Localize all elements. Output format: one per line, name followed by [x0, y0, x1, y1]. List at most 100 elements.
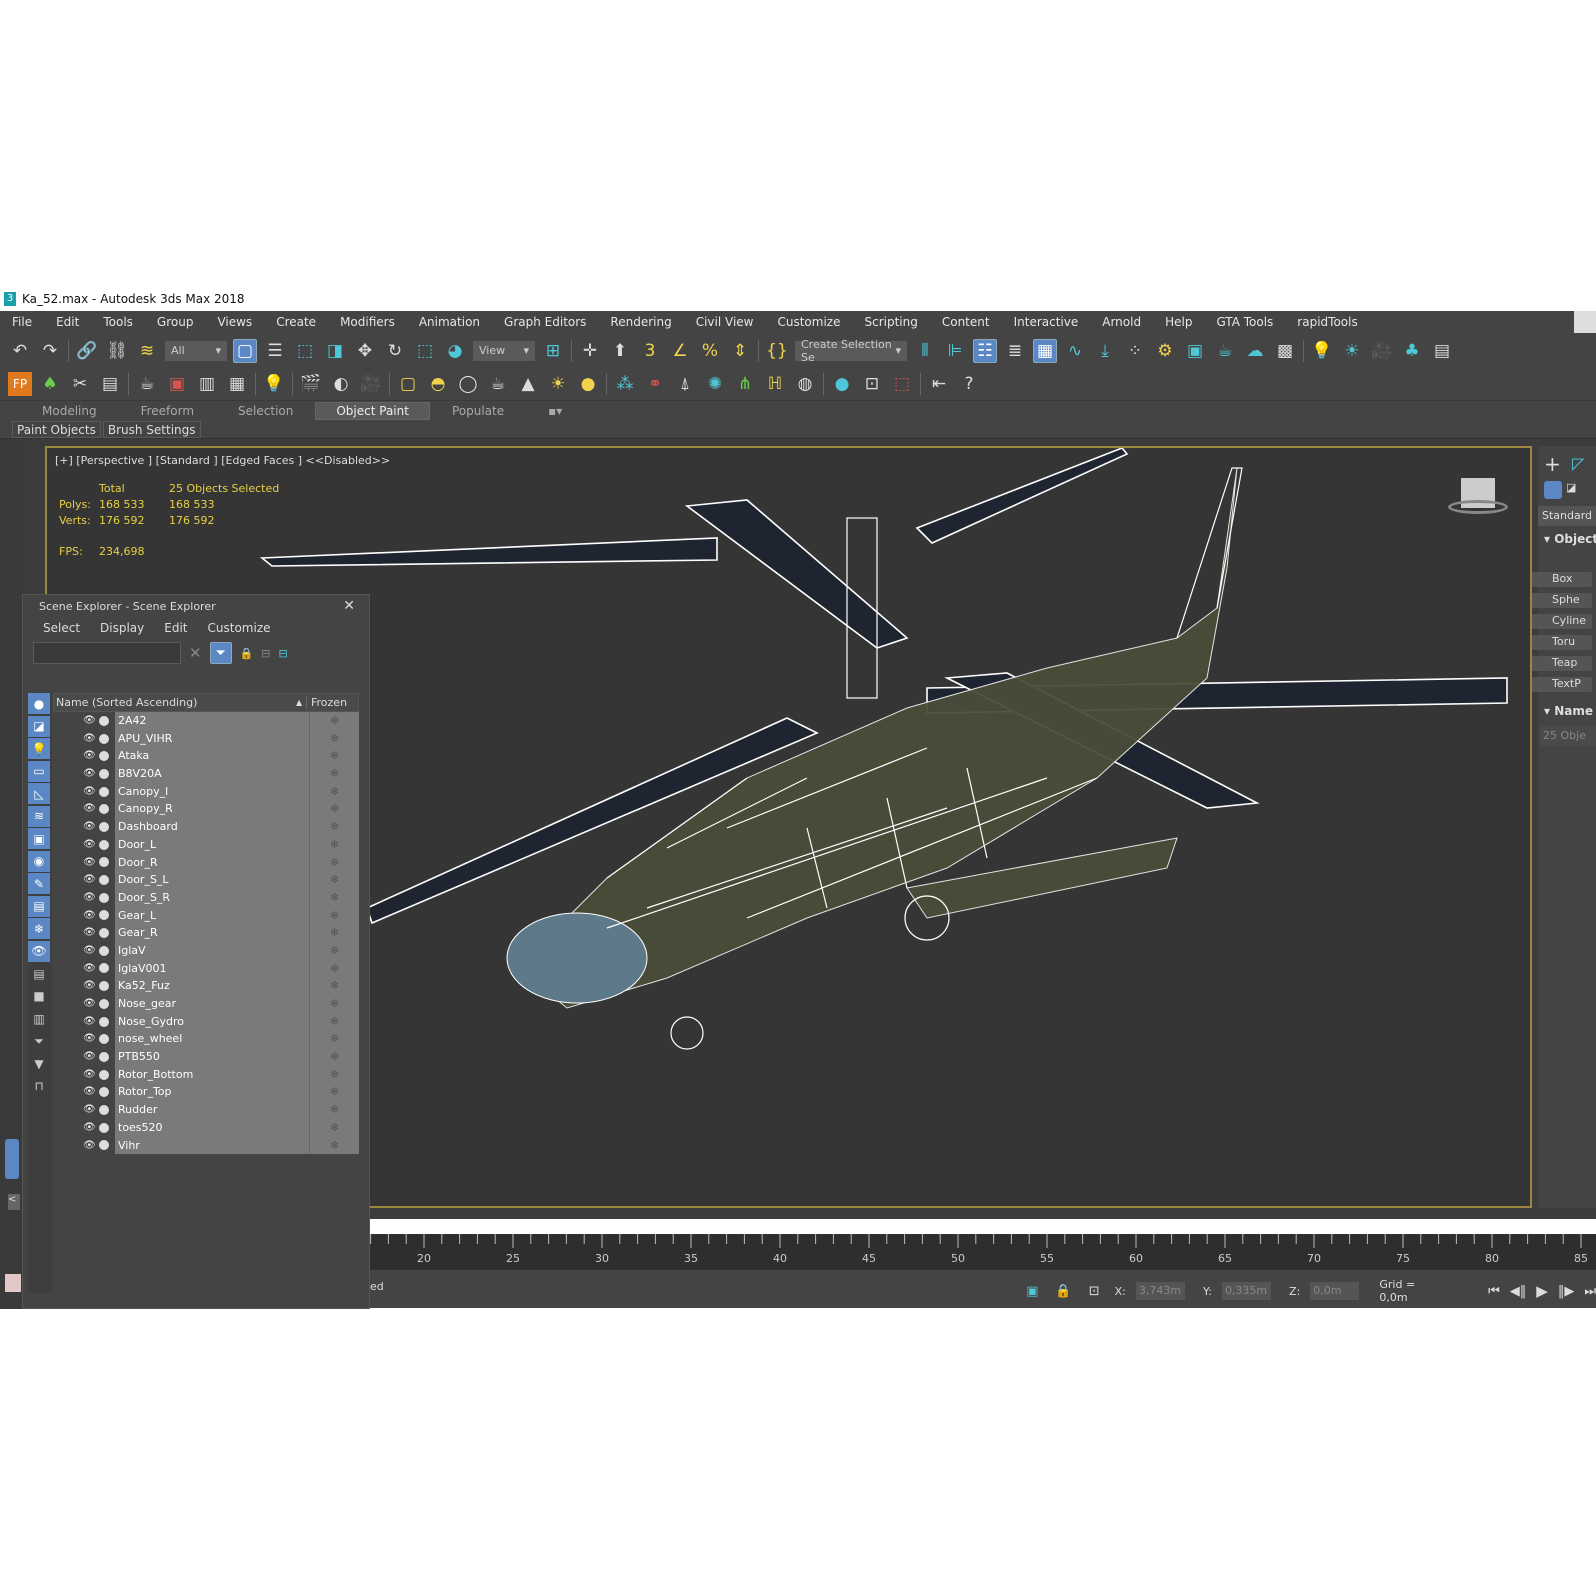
- tab-populate[interactable]: Populate: [430, 404, 526, 418]
- lock-icon[interactable]: 🔒: [240, 647, 254, 660]
- play-icon[interactable]: ▶: [1536, 1282, 1548, 1300]
- disc-light-icon[interactable]: ●: [576, 372, 600, 396]
- light-icon[interactable]: 💡: [1310, 339, 1334, 363]
- frozen-toggle-icon[interactable]: ❄: [309, 941, 359, 960]
- menu-group[interactable]: Group: [145, 315, 206, 329]
- collapse-arrow-icon[interactable]: <: [8, 1194, 20, 1210]
- grass-icon[interactable]: ⋔: [733, 372, 757, 396]
- geometry-filter-icon[interactable]: ●: [28, 693, 50, 714]
- menu-animation[interactable]: Animation: [407, 315, 492, 329]
- display-none-icon[interactable]: ■: [28, 986, 50, 1007]
- visibility-eye-icon[interactable]: 👁: [83, 888, 99, 907]
- renderable-dot-icon[interactable]: [99, 1083, 115, 1102]
- list-item[interactable]: 👁 Vihr ❄: [53, 1136, 359, 1155]
- object-name[interactable]: B8V20A: [115, 765, 309, 783]
- menu-modifiers[interactable]: Modifiers: [328, 315, 407, 329]
- hierarchy-icon[interactable]: ⊟: [261, 647, 270, 660]
- geometry-icon[interactable]: [1544, 481, 1562, 499]
- sphere-light-icon[interactable]: ◯: [456, 372, 480, 396]
- selection-lock-icon[interactable]: 🔒: [1053, 1279, 1074, 1303]
- lights-filter-icon[interactable]: 💡: [28, 738, 50, 759]
- renderable-dot-icon[interactable]: [99, 1101, 115, 1119]
- list-item[interactable]: 👁 Gear_R ❄: [53, 924, 359, 942]
- menu-gta-tools[interactable]: GTA Tools: [1204, 315, 1285, 329]
- frozen-toggle-icon[interactable]: ❄: [309, 835, 359, 854]
- display-all-icon[interactable]: ▤: [28, 963, 50, 984]
- visibility-eye-icon[interactable]: 👁: [83, 1101, 99, 1119]
- frozen-filter-icon[interactable]: ❄: [28, 918, 50, 939]
- column-frozen[interactable]: Frozen: [306, 696, 347, 709]
- time-slider-track[interactable]: 20 25 30 35 40 45 50 55 60 65 70 75 80 85: [370, 1234, 1596, 1270]
- scatter-icon[interactable]: ⁂: [613, 372, 637, 396]
- se-menu-display[interactable]: Display: [100, 621, 144, 635]
- name-color-rollout[interactable]: ▾ Name: [1544, 704, 1593, 718]
- paint-objects-panel[interactable]: Paint Objects: [12, 421, 101, 438]
- category-dropdown[interactable]: Standard P: [1538, 506, 1596, 526]
- viewport-layout-tab[interactable]: [5, 1139, 19, 1179]
- brush-settings-panel[interactable]: Brush Settings: [102, 421, 201, 438]
- light-lister-icon[interactable]: 💡: [262, 372, 286, 396]
- frozen-toggle-icon[interactable]: ❄: [309, 924, 359, 942]
- modify-tab-icon[interactable]: ◸: [1572, 454, 1584, 473]
- invert-display-icon[interactable]: ▥: [28, 1008, 50, 1029]
- material-editor-icon[interactable]: ⁘: [1123, 339, 1147, 363]
- renderable-dot-icon[interactable]: [99, 871, 115, 889]
- camera-icon[interactable]: 🎥: [1370, 339, 1394, 363]
- object-name[interactable]: Door_S_R: [115, 888, 309, 907]
- menu-file[interactable]: File: [0, 315, 44, 329]
- render-camera-icon[interactable]: 🎥: [359, 372, 383, 396]
- tab-object-paint[interactable]: Object Paint: [315, 402, 430, 420]
- gear-sphere-icon[interactable]: ✺: [703, 372, 727, 396]
- xrefs-filter-icon[interactable]: ◉: [28, 850, 50, 872]
- renderable-dot-icon[interactable]: [99, 853, 115, 872]
- render-production-icon[interactable]: ☕: [1213, 339, 1237, 363]
- list-item[interactable]: 👁 Canopy_l ❄: [53, 782, 359, 801]
- frozen-toggle-icon[interactable]: ❄: [309, 977, 359, 995]
- move-icon[interactable]: ✥: [353, 339, 377, 363]
- list-item[interactable]: 👁 Door_S_R ❄: [53, 888, 359, 907]
- frozen-toggle-icon[interactable]: ❄: [309, 712, 359, 730]
- object-name[interactable]: Canopy_R: [115, 800, 309, 819]
- object-name[interactable]: Nose_gear: [115, 995, 309, 1013]
- unlink-icon[interactable]: ⛓: [105, 339, 129, 363]
- rotate-icon[interactable]: ↻: [383, 339, 407, 363]
- hair-fur-icon[interactable]: ℍ: [763, 372, 787, 396]
- list-item[interactable]: 👁 Canopy_R ❄: [53, 800, 359, 819]
- previous-frame-icon[interactable]: ◀‖: [1510, 1284, 1527, 1299]
- frozen-toggle-icon[interactable]: ❄: [309, 906, 359, 925]
- bind-space-warp-icon[interactable]: ≋: [135, 339, 159, 363]
- object-name[interactable]: IglaV: [115, 941, 309, 960]
- menu-help[interactable]: Help: [1153, 315, 1204, 329]
- containers-filter-icon[interactable]: ▤: [28, 895, 50, 917]
- object-name[interactable]: 2A42: [115, 712, 309, 730]
- timeline-ruler[interactable]: 20 25 30 35 40 45 50 55 60 65 70 75 80 85: [370, 1234, 1596, 1270]
- frozen-toggle-icon[interactable]: ❄: [309, 747, 359, 766]
- viewcube-ring[interactable]: [1448, 500, 1508, 514]
- renderable-dot-icon[interactable]: [99, 729, 115, 748]
- visibility-eye-icon[interactable]: 👁: [83, 977, 99, 995]
- renderable-dot-icon[interactable]: [99, 835, 115, 854]
- visibility-eye-icon[interactable]: 👁: [83, 941, 99, 960]
- frozen-toggle-icon[interactable]: ❄: [309, 959, 359, 978]
- se-menu-edit[interactable]: Edit: [164, 621, 187, 635]
- object-name[interactable]: IglaV001: [115, 959, 309, 978]
- redo-icon[interactable]: ↷: [38, 339, 62, 363]
- clear-search-icon[interactable]: ✕: [189, 644, 202, 662]
- select-by-name-icon[interactable]: ☰: [263, 339, 287, 363]
- visibility-eye-icon[interactable]: 👁: [83, 959, 99, 978]
- box-button[interactable]: Box: [1532, 572, 1592, 587]
- close-icon[interactable]: ✕: [343, 598, 355, 614]
- named-selection-dropdown[interactable]: Create Selection Se ▾: [795, 338, 907, 364]
- angle-snap-icon[interactable]: ∠: [668, 339, 692, 363]
- material-browser-icon[interactable]: ⊡: [860, 372, 884, 396]
- molecule-icon[interactable]: ⚭: [643, 372, 667, 396]
- visibility-eye-icon[interactable]: 👁: [83, 800, 99, 819]
- menu-arnold[interactable]: Arnold: [1090, 315, 1153, 329]
- list-item[interactable]: 👁 Nose_gear ❄: [53, 995, 359, 1013]
- menu-rendering[interactable]: Rendering: [598, 315, 683, 329]
- renderable-dot-icon[interactable]: [99, 765, 115, 783]
- rectangle-selection-icon[interactable]: ⬚: [293, 339, 317, 363]
- object-name[interactable]: Canopy_l: [115, 782, 309, 801]
- object-name[interactable]: Vihr: [115, 1136, 309, 1155]
- frozen-toggle-icon[interactable]: ❄: [309, 800, 359, 819]
